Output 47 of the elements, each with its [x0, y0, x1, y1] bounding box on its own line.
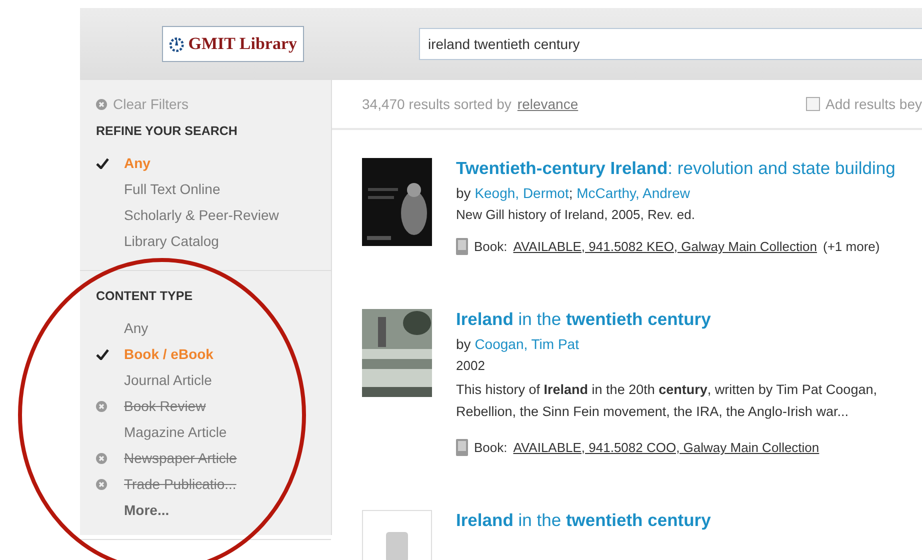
- author-link[interactable]: Keogh, Dermot: [474, 185, 569, 201]
- result-detail: 2002: [456, 358, 486, 373]
- logo-text: GMIT Library: [188, 34, 297, 54]
- result-snippet: This history of Ireland in the 20th century, written by Tim Pat Coogan, Rebellion, the Sinn Fein movement, the IRA, the Anglo-Irish war...: [456, 381, 878, 421]
- separator: ;: [568, 185, 574, 201]
- format-label: Book:: [474, 239, 508, 254]
- close-icon: [96, 98, 107, 110]
- author-link[interactable]: McCarthy, Andrew: [576, 185, 690, 201]
- facet-option[interactable]: Trade Publicatio...: [124, 476, 236, 492]
- results-summary: 34,470 results sorted by: [362, 96, 512, 112]
- by-label: by: [456, 185, 471, 201]
- facet-option[interactable]: Any: [124, 320, 148, 336]
- book-icon: [456, 238, 468, 255]
- result-title[interactable]: Ireland in the twentieth century: [456, 510, 711, 531]
- facet-option[interactable]: Book / eBook: [124, 346, 214, 362]
- logo[interactable]: GMIT Library: [162, 26, 304, 62]
- result-title[interactable]: Twentieth-century Ireland: revolution and state building: [456, 158, 896, 179]
- sort-link[interactable]: relevance: [517, 96, 578, 112]
- facet-heading: REFINE YOUR SEARCH: [96, 124, 238, 138]
- facet-option[interactable]: Magazine Article: [124, 424, 227, 440]
- facet-option[interactable]: Scholarly & Peer-Review: [124, 207, 279, 223]
- holding-link[interactable]: AVAILABLE, 941.5082 COO, Galway Main Collection: [513, 440, 820, 455]
- checkbox-label: Add results bey: [826, 96, 922, 112]
- facet-option[interactable]: Journal Article: [124, 372, 212, 388]
- check-icon: [96, 158, 109, 168]
- close-icon: [96, 478, 107, 490]
- clear-filters-link[interactable]: Clear Filters: [80, 96, 331, 112]
- close-icon: [96, 452, 107, 464]
- facet-option[interactable]: Any: [124, 155, 150, 171]
- result-title[interactable]: Ireland in the twentieth century: [456, 309, 906, 330]
- close-icon: [96, 400, 107, 412]
- author-link[interactable]: Coogan, Tim Pat: [474, 336, 579, 352]
- more-link[interactable]: More...: [124, 502, 170, 518]
- facet-option[interactable]: Library Catalog: [124, 233, 219, 249]
- check-icon: [96, 348, 109, 360]
- facet-heading: CONTENT TYPE: [96, 289, 194, 303]
- search-field[interactable]: ireland twentieth century: [419, 28, 922, 60]
- format-label: Book:: [474, 440, 508, 455]
- facet-option[interactable]: Book Review: [124, 398, 206, 414]
- result-detail: New Gill history of Ireland, 2005, Rev. ed.: [456, 207, 696, 222]
- facet-option[interactable]: Full Text Online: [124, 181, 220, 197]
- facet-option[interactable]: Newspaper Article: [124, 450, 237, 466]
- by-label: by: [456, 336, 471, 352]
- holding-link[interactable]: AVAILABLE, 941.5082 KEO, Galway Main Collection: [513, 239, 817, 254]
- book-icon: [456, 439, 468, 456]
- more-holdings: (+1 more): [823, 239, 880, 254]
- checkbox[interactable]: [806, 97, 820, 111]
